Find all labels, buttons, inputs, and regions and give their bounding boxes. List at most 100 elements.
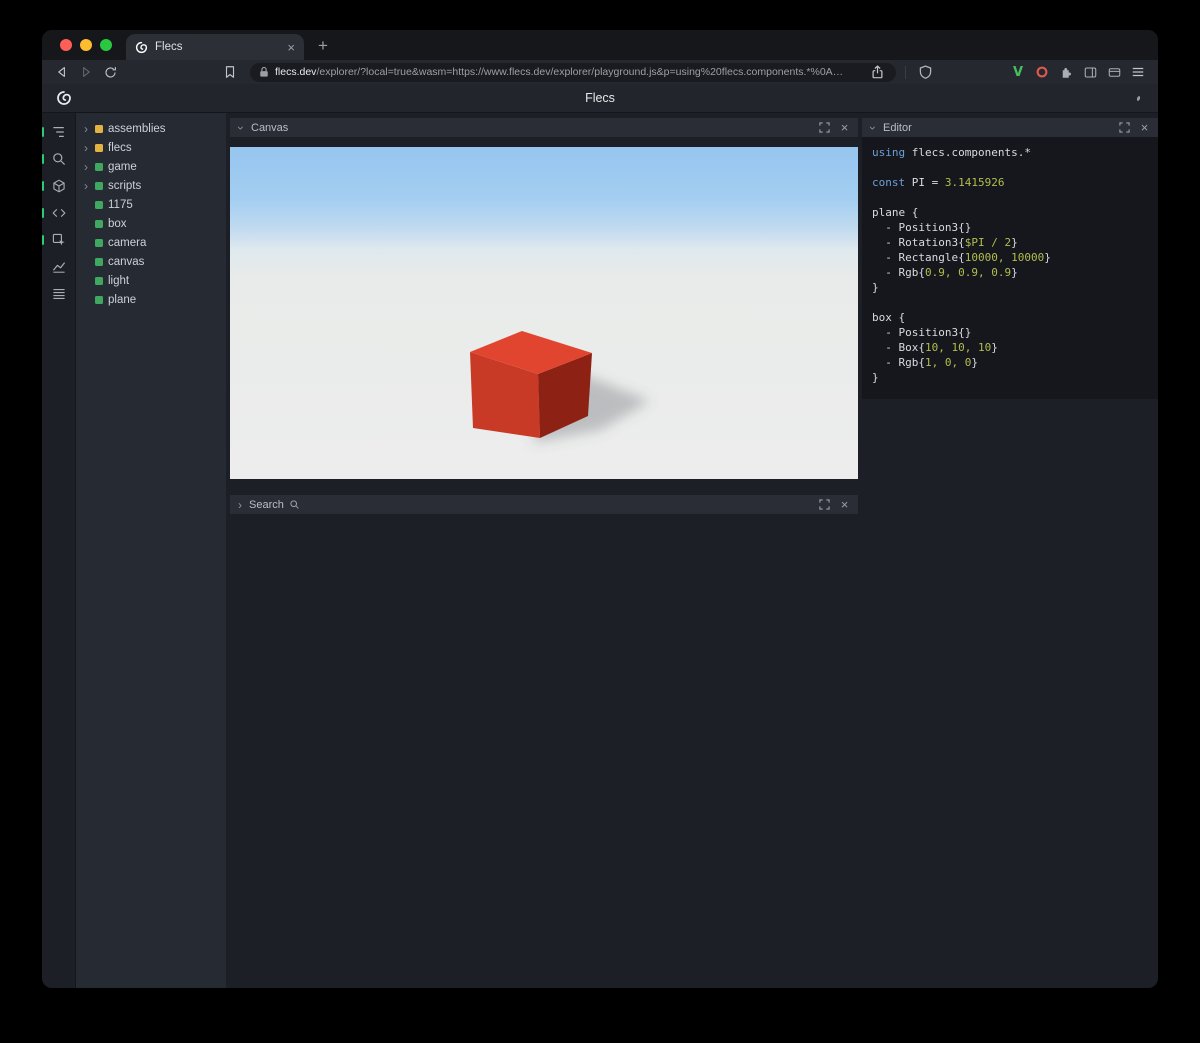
entity-tree: › assemblies › flecs › game › scripts 1175 box cam… — [76, 113, 226, 988]
tab-close-icon[interactable]: × — [287, 41, 295, 54]
entity-label: assemblies — [108, 122, 166, 135]
editor-panel-title: Editor — [883, 121, 912, 134]
expand-panel-icon[interactable] — [817, 497, 832, 512]
expand-arrow-icon[interactable]: › — [82, 180, 90, 192]
new-tab-button[interactable]: + — [304, 37, 328, 60]
vimium-extension-icon[interactable]: V — [1008, 62, 1028, 82]
flecs-favicon-icon — [135, 41, 148, 54]
entity-label: camera — [108, 236, 147, 249]
entity-label: game — [108, 160, 137, 173]
tree-item-flecs[interactable]: › flecs — [76, 138, 226, 157]
address-bar[interactable]: flecs.dev/explorer/?local=true&wasm=http… — [250, 62, 896, 82]
toolbar-divider — [905, 65, 906, 79]
minimize-window-button[interactable] — [80, 39, 92, 51]
back-icon[interactable] — [52, 62, 72, 82]
bookmark-icon[interactable] — [220, 62, 240, 82]
code-line: - Position3{} — [872, 326, 972, 339]
canvas-panel-header: › Canvas × — [230, 118, 858, 137]
tree-item-box[interactable]: box — [76, 214, 226, 233]
shield-icon[interactable] — [915, 62, 935, 82]
entity-color-swatch — [95, 181, 103, 190]
app-header: Flecs — [42, 84, 1158, 113]
close-panel-icon[interactable]: × — [837, 120, 852, 135]
entity-label: 1175 — [108, 198, 133, 211]
lock-icon — [259, 66, 269, 78]
wallet-card-icon[interactable] — [1104, 62, 1124, 82]
code-line: plane { — [872, 206, 919, 219]
code-line: - Rotation3{$PI / 2} — [872, 236, 1018, 249]
script-editor[interactable]: using flecs.components.* const PI = 3.14… — [862, 137, 1158, 399]
extensions-puzzle-icon[interactable] — [1056, 62, 1076, 82]
tree-item-game[interactable]: › game — [76, 157, 226, 176]
code-line: - Rgb{1, 0, 0} — [872, 356, 978, 369]
entity-color-swatch — [95, 276, 103, 285]
3d-canvas[interactable] — [230, 147, 858, 479]
tree-item-light[interactable]: light — [76, 271, 226, 290]
archetypes-icon[interactable] — [48, 283, 70, 305]
tool-sidebar — [42, 113, 76, 988]
reload-icon[interactable] — [100, 62, 120, 82]
share-icon[interactable] — [867, 63, 887, 82]
browser-tab[interactable]: Flecs × — [126, 34, 304, 60]
code-line: const PI = 3.1415926 — [872, 176, 1005, 189]
side-panel-icon[interactable] — [1080, 62, 1100, 82]
entity-label: flecs — [108, 141, 132, 154]
url-text: flecs.dev/explorer/?local=true&wasm=http… — [275, 66, 861, 78]
flecs-logo-icon — [56, 90, 72, 106]
app-title: Flecs — [585, 91, 615, 105]
left-column: › Canvas × › Search × — [230, 118, 858, 514]
entity-color-swatch — [95, 162, 103, 171]
tree-item-camera[interactable]: camera — [76, 233, 226, 252]
browser-window: Flecs × + flecs.dev/explorer/?local=true… — [42, 30, 1158, 988]
tree-item-1175[interactable]: 1175 — [76, 195, 226, 214]
entity-label: plane — [108, 293, 137, 306]
entity-label: canvas — [108, 255, 145, 268]
tree-item-canvas[interactable]: canvas — [76, 252, 226, 271]
menu-icon[interactable] — [1128, 62, 1148, 82]
browser-toolbar: flecs.dev/explorer/?local=true&wasm=http… — [42, 60, 1158, 84]
search-icon[interactable] — [42, 148, 70, 170]
close-window-button[interactable] — [60, 39, 72, 51]
close-panel-icon[interactable]: × — [837, 497, 852, 512]
tab-strip: Flecs × + — [42, 30, 1158, 60]
code-line: - Rgb{0.9, 0.9, 0.9} — [872, 266, 1018, 279]
search-panel-header: › Search × — [230, 495, 858, 514]
tree-item-assemblies[interactable]: › assemblies — [76, 119, 226, 138]
entity-color-swatch — [95, 143, 103, 152]
expand-panel-icon[interactable] — [1117, 120, 1132, 135]
entity-tree-icon[interactable] — [42, 121, 70, 143]
inspect-icon[interactable] — [42, 229, 70, 251]
zoom-window-button[interactable] — [100, 39, 112, 51]
editor-panel-header: › Editor × — [862, 118, 1158, 137]
expand-arrow-icon[interactable]: › — [82, 161, 90, 173]
tab-title: Flecs — [155, 41, 183, 53]
record-extension-icon[interactable] — [1032, 62, 1052, 82]
code-line: - Rectangle{10000, 10000} — [872, 251, 1051, 264]
expand-arrow-icon[interactable]: › — [82, 123, 90, 135]
code-icon[interactable] — [42, 202, 70, 224]
chevron-down-icon[interactable]: › — [234, 123, 248, 133]
url-path: /explorer/?local=true&wasm=https://www.f… — [316, 66, 844, 78]
expand-panel-icon[interactable] — [817, 120, 832, 135]
expand-arrow-icon[interactable]: › — [82, 142, 90, 154]
tree-item-plane[interactable]: plane — [76, 290, 226, 309]
chevron-right-icon[interactable]: › — [236, 499, 244, 511]
close-panel-icon[interactable]: × — [1137, 120, 1152, 135]
entity-color-swatch — [95, 200, 103, 209]
code-line: - Box{10, 10, 10} — [872, 341, 998, 354]
page-content: › assemblies › flecs › game › scripts 1175 box cam… — [42, 113, 1158, 988]
magnifier-icon — [289, 499, 300, 510]
forward-icon[interactable] — [76, 62, 96, 82]
stats-chart-icon[interactable] — [48, 256, 70, 278]
chevron-down-icon[interactable]: › — [866, 123, 880, 133]
entities-cube-icon[interactable] — [42, 175, 70, 197]
canvas-panel-title: Canvas — [251, 121, 289, 134]
tree-item-scripts[interactable]: › scripts — [76, 176, 226, 195]
url-domain: flecs.dev — [275, 66, 317, 78]
code-line: } — [872, 281, 879, 294]
entity-color-swatch — [95, 219, 103, 228]
share-link-icon[interactable] — [1131, 91, 1146, 106]
entity-color-swatch — [95, 124, 103, 133]
